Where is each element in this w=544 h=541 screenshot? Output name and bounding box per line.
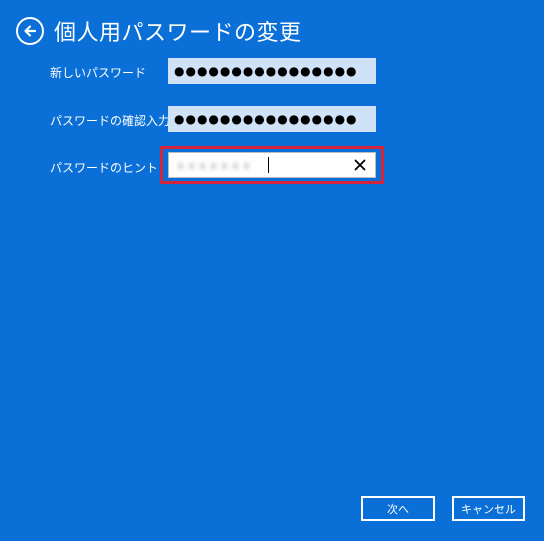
text-caret — [268, 157, 269, 173]
cancel-button[interactable]: キャンセル — [452, 496, 525, 521]
confirm-password-field[interactable]: ●●●●●●●●●●●●●●●● — [168, 106, 376, 132]
password-hint-value: ｘｘｘｘｘｘｘ — [175, 159, 252, 172]
confirm-password-value: ●●●●●●●●●●●●●●●● — [174, 112, 358, 126]
page-header: 個人用パスワードの変更 — [16, 14, 302, 48]
new-password-value: ●●●●●●●●●●●●●●●● — [174, 64, 358, 78]
password-hint-label: パスワードのヒント — [50, 161, 159, 175]
back-button[interactable] — [16, 17, 44, 45]
page-title: 個人用パスワードの変更 — [54, 21, 302, 46]
new-password-label: 新しいパスワード — [50, 66, 147, 80]
clear-button[interactable] — [351, 157, 369, 175]
arrow-left-icon — [23, 24, 37, 38]
confirm-password-label: パスワードの確認入力 — [50, 114, 171, 128]
new-password-field[interactable]: ●●●●●●●●●●●●●●●● — [168, 58, 376, 84]
close-icon — [354, 159, 366, 174]
password-hint-field[interactable]: ｘｘｘｘｘｘｘ — [168, 152, 376, 178]
next-button[interactable]: 次へ — [361, 496, 435, 521]
